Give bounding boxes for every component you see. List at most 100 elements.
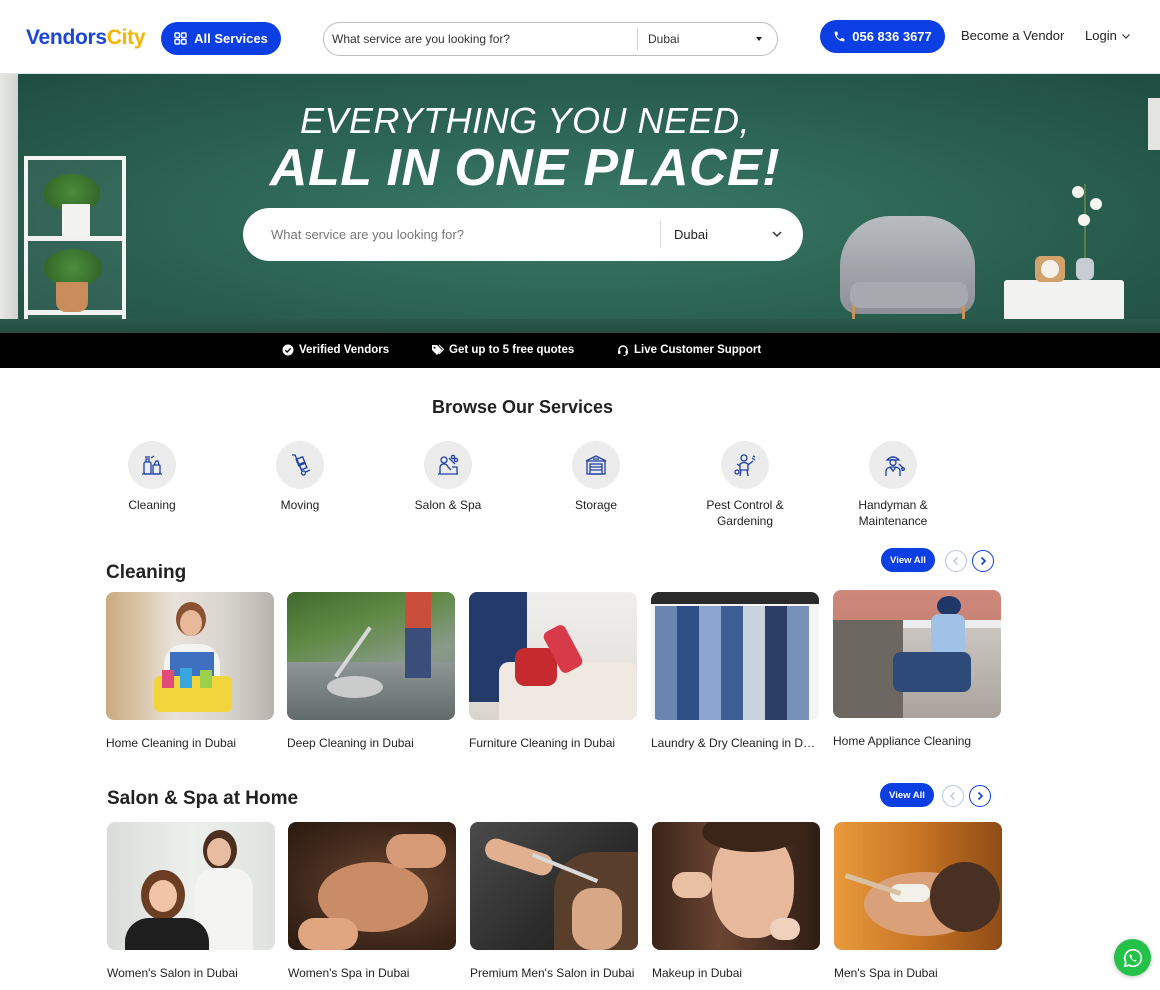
hero-pot-image [62, 204, 90, 236]
category-label: Cleaning [128, 498, 176, 512]
hero-flower [1078, 214, 1090, 226]
salon-next-button[interactable] [969, 785, 991, 807]
feature-label: Get up to 5 free quotes [449, 344, 575, 356]
salon-prev-button[interactable] [942, 785, 964, 807]
section-title-salon-spa: Salon & Spa at Home [107, 788, 299, 809]
login-label: Login [1085, 28, 1117, 43]
cleaning-prev-button[interactable] [945, 550, 967, 572]
category-salon-spa[interactable]: Salon & Spa [388, 441, 508, 513]
hero-side-table-image [1004, 280, 1124, 322]
category-icon-wrap [572, 441, 620, 489]
category-cleaning[interactable]: Cleaning [92, 441, 212, 513]
service-card-home-cleaning[interactable]: Home Cleaning in Dubai [106, 592, 274, 750]
cleaning-icon [142, 455, 162, 475]
category-icon-wrap [128, 441, 176, 489]
caret-down-icon[interactable] [756, 37, 762, 41]
service-card-image [651, 592, 819, 720]
headset-icon [618, 345, 628, 356]
hero-chair-seat [850, 282, 968, 308]
category-pest-control-gardening[interactable]: Pest Control & Gardening [685, 441, 805, 529]
chevron-right-icon [980, 556, 987, 566]
logo-part-vendors: Vendors [26, 26, 107, 49]
service-card-womens-spa[interactable]: Women's Spa in Dubai [288, 822, 456, 980]
chevron-down-icon[interactable] [771, 228, 783, 240]
whatsapp-icon [1123, 948, 1142, 967]
section-title-cleaning: Cleaning [106, 562, 187, 583]
service-card-image [470, 822, 638, 950]
service-card-home-appliance-cleaning[interactable]: Home Appliance Cleaning [833, 590, 1001, 748]
service-card-caption: Makeup in Dubai [652, 966, 743, 980]
service-card-caption: Premium Men's Salon in Dubai [470, 966, 635, 980]
hero-search-input[interactable] [271, 208, 651, 261]
category-label: Moving [280, 498, 320, 512]
service-card-image [469, 592, 637, 720]
cleaning-next-button[interactable] [972, 550, 994, 572]
site-header: VendorsCity All Services Dubai 056 836 3… [0, 0, 1160, 74]
service-card-image [652, 822, 820, 950]
login-menu[interactable]: Login [1085, 28, 1131, 43]
salon-view-all-button[interactable]: View All [880, 783, 934, 807]
header-search-input[interactable] [332, 23, 632, 55]
chevron-left-icon [953, 557, 958, 565]
hero-city-select[interactable]: Dubai [674, 227, 708, 242]
phone-button[interactable]: 056 836 3677 [820, 20, 945, 53]
whatsapp-chat-button[interactable] [1114, 939, 1151, 976]
service-card-premium-mens-salon[interactable]: Premium Men's Salon in Dubai [470, 822, 638, 980]
become-vendor-link[interactable]: Become a Vendor [961, 28, 1064, 43]
service-card-image [106, 592, 274, 720]
hero-pot-image [56, 282, 88, 312]
service-card-furniture-cleaning[interactable]: Furniture Cleaning in Dubai [469, 592, 637, 750]
feature-live-support: Live Customer Support [617, 344, 761, 356]
service-card-image [834, 822, 1002, 950]
hero-vase-image [1076, 258, 1094, 280]
service-card-mens-spa[interactable]: Men's Spa in Dubai [834, 822, 1002, 980]
vendorscity-logo[interactable]: VendorsCity [26, 26, 146, 50]
category-storage[interactable]: Storage [536, 441, 656, 513]
service-card-image [107, 822, 275, 950]
hero-banner: EVERYTHING YOU NEED, ALL IN ONE PLACE! D… [0, 74, 1160, 333]
feature-label: Live Customer Support [634, 344, 762, 356]
feature-label: Verified Vendors [299, 344, 390, 356]
service-card-makeup[interactable]: Makeup in Dubai [652, 822, 820, 980]
browse-services-title: Browse Our Services [431, 397, 614, 417]
service-card-caption: Laundry & Dry Cleaning in Dubai [651, 736, 819, 750]
phone-number: 056 836 3677 [852, 29, 932, 44]
handyman-icon [885, 456, 905, 476]
service-card-laundry[interactable]: Laundry & Dry Cleaning in Dubai [651, 592, 819, 750]
hero-wall-decor [1148, 98, 1160, 150]
hero-flower [1090, 198, 1102, 210]
service-card-caption: Home Appliance Cleaning [833, 734, 972, 748]
hero-clock-image [1035, 256, 1065, 282]
grid-icon [174, 32, 187, 45]
service-card-image [833, 590, 1001, 718]
category-label: Salon & Spa [414, 498, 482, 512]
header-city-select[interactable]: Dubai [648, 32, 679, 46]
hero-flower [1072, 186, 1084, 198]
feature-verified-vendors: Verified Vendors [282, 344, 389, 356]
header-search-bar: Dubai [323, 22, 778, 56]
service-card-womens-salon[interactable]: Women's Salon in Dubai [107, 822, 275, 980]
service-card-caption: Men's Spa in Dubai [834, 966, 938, 980]
service-card-deep-cleaning[interactable]: Deep Cleaning in Dubai [287, 592, 455, 750]
feature-band: Verified Vendors Get up to 5 free quotes… [0, 333, 1160, 368]
category-moving[interactable]: Moving [240, 441, 360, 513]
hero-search-divider [660, 221, 661, 248]
check-circle-icon [282, 344, 294, 356]
category-label: Handyman & Maintenance [858, 498, 928, 528]
all-services-button[interactable]: All Services [161, 22, 281, 55]
category-icon-wrap [424, 441, 472, 489]
service-card-caption: Women's Salon in Dubai [107, 966, 238, 980]
service-card-caption: Deep Cleaning in Dubai [287, 736, 414, 750]
service-card-image [288, 822, 456, 950]
service-card-caption: Furniture Cleaning in Dubai [469, 736, 616, 750]
service-card-image [287, 592, 455, 720]
logo-part-city: City [106, 26, 146, 49]
hero-floor [0, 319, 1160, 333]
cleaning-view-all-button[interactable]: View All [881, 548, 935, 572]
tags-icon [432, 344, 444, 355]
category-handyman-maintenance[interactable]: Handyman & Maintenance [833, 441, 953, 529]
feature-free-quotes: Get up to 5 free quotes [431, 344, 574, 356]
header-search-divider [637, 28, 638, 50]
hand-truck-icon [292, 454, 311, 476]
category-icon-wrap [276, 441, 324, 489]
